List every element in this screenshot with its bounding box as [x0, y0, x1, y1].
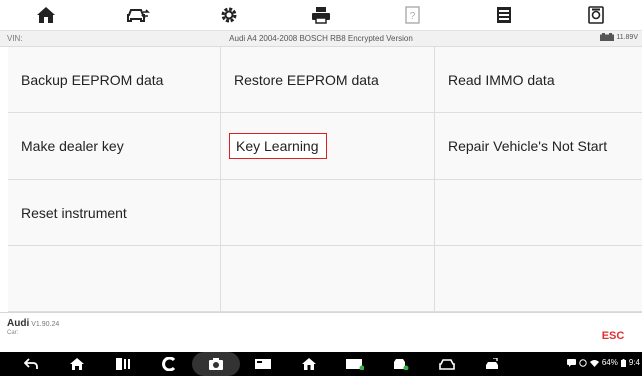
- camera-icon: [209, 358, 223, 370]
- menu-item-empty: [221, 246, 435, 312]
- data-log-button[interactable]: [459, 0, 551, 30]
- status-area: 64% 9:4: [566, 358, 640, 367]
- brand-info: Audi V1.90.24: [7, 318, 59, 329]
- remote-button[interactable]: [470, 352, 516, 376]
- menu-item-label: Read IMMO data: [448, 71, 555, 88]
- menu-item-make-dealer-key[interactable]: Make dealer key: [8, 113, 221, 180]
- menu-item-reset-instrument[interactable]: Reset instrument: [8, 180, 221, 246]
- battery-icon: [620, 358, 626, 367]
- diag-home-icon: [302, 358, 316, 370]
- home-icon: [36, 7, 55, 23]
- back-icon: [24, 358, 38, 369]
- screenshot-button[interactable]: [550, 0, 642, 30]
- menu-item-label: Restore EEPROM data: [234, 71, 379, 88]
- battery-voltage: 11.89V: [600, 33, 638, 41]
- settings-icon: [221, 7, 237, 23]
- home-button[interactable]: [0, 0, 92, 30]
- vehicle-title: Audi A4 2004-2008 BOSCH RB8 Encrypted Ve…: [229, 34, 413, 43]
- menu-item-label: Repair Vehicle's Not Start: [448, 138, 608, 154]
- menu-item-label: Backup EEPROM data: [21, 71, 164, 88]
- menu-item-empty: [435, 246, 642, 312]
- function-menu-grid: Backup EEPROM data Restore EEPROM data R…: [8, 47, 642, 312]
- print-button[interactable]: [275, 0, 367, 30]
- top-toolbar: ?: [0, 0, 642, 31]
- menu-item-restore-eeprom[interactable]: Restore EEPROM data: [221, 47, 435, 113]
- app-shortcut-icon: [162, 357, 176, 371]
- settings-button[interactable]: [183, 0, 275, 30]
- menu-item-empty: [8, 246, 221, 312]
- footer-bar: Audi V1.90.24 Car: ESC: [0, 312, 642, 353]
- esc-button[interactable]: ESC: [584, 313, 642, 353]
- back-button[interactable]: [8, 352, 54, 376]
- app-shortcut-button[interactable]: [146, 352, 192, 376]
- print-icon: [312, 7, 331, 24]
- recent-apps-button[interactable]: [100, 352, 146, 376]
- menu-item-read-immo[interactable]: Read IMMO data: [435, 47, 642, 113]
- nav-home-button[interactable]: [54, 352, 100, 376]
- system-nav-bar: 64% 9:4: [0, 352, 642, 376]
- app-version: V1.90.24: [31, 321, 60, 328]
- vehicle-swap-icon: [126, 9, 150, 22]
- menu-item-empty: [435, 180, 642, 246]
- menu-item-repair-not-start[interactable]: Repair Vehicle's Not Start: [435, 113, 642, 180]
- screenshot-icon: [588, 6, 604, 24]
- vehicle-icon: [439, 359, 455, 370]
- vci-button[interactable]: [240, 352, 286, 376]
- vci-icon: [255, 359, 271, 369]
- vcp-button[interactable]: [332, 352, 378, 376]
- fuel-icon: [394, 359, 409, 370]
- menu-item-empty: [221, 180, 435, 246]
- clock: 9:4: [628, 358, 640, 367]
- menu-item-backup-eeprom[interactable]: Backup EEPROM data: [8, 47, 221, 113]
- help-icon: ?: [405, 6, 420, 24]
- menu-item-key-learning[interactable]: Key Learning: [221, 113, 435, 180]
- settings-status-icon: [579, 358, 587, 367]
- wifi-icon: [589, 359, 599, 367]
- diag-home-button[interactable]: [286, 352, 332, 376]
- battery-voltage-value: 11.89V: [616, 33, 638, 41]
- vcp-icon: [346, 359, 364, 370]
- data-log-icon: [497, 7, 512, 23]
- car-label: Car:: [7, 330, 19, 336]
- remote-icon: [486, 358, 498, 369]
- svg-text:?: ?: [409, 11, 415, 22]
- vehicle-info-bar: VIN: Audi A4 2004-2008 BOSCH RB8 Encrypt…: [0, 31, 642, 47]
- fuel-button[interactable]: [378, 352, 424, 376]
- vehicle-button[interactable]: [424, 352, 470, 376]
- recent-apps-icon: [116, 358, 130, 370]
- camera-button[interactable]: [192, 352, 240, 376]
- help-button[interactable]: ?: [367, 0, 459, 30]
- car-battery-icon: [600, 33, 615, 41]
- menu-item-label: Reset instrument: [21, 204, 127, 221]
- nav-home-icon: [70, 358, 84, 370]
- vehicle-swap-button[interactable]: [92, 0, 184, 30]
- menu-item-label: Make dealer key: [21, 138, 124, 154]
- battery-percent: 64%: [601, 358, 618, 367]
- message-icon: [566, 358, 576, 367]
- brand-name: Audi: [7, 318, 30, 329]
- menu-item-label: Key Learning: [229, 133, 327, 159]
